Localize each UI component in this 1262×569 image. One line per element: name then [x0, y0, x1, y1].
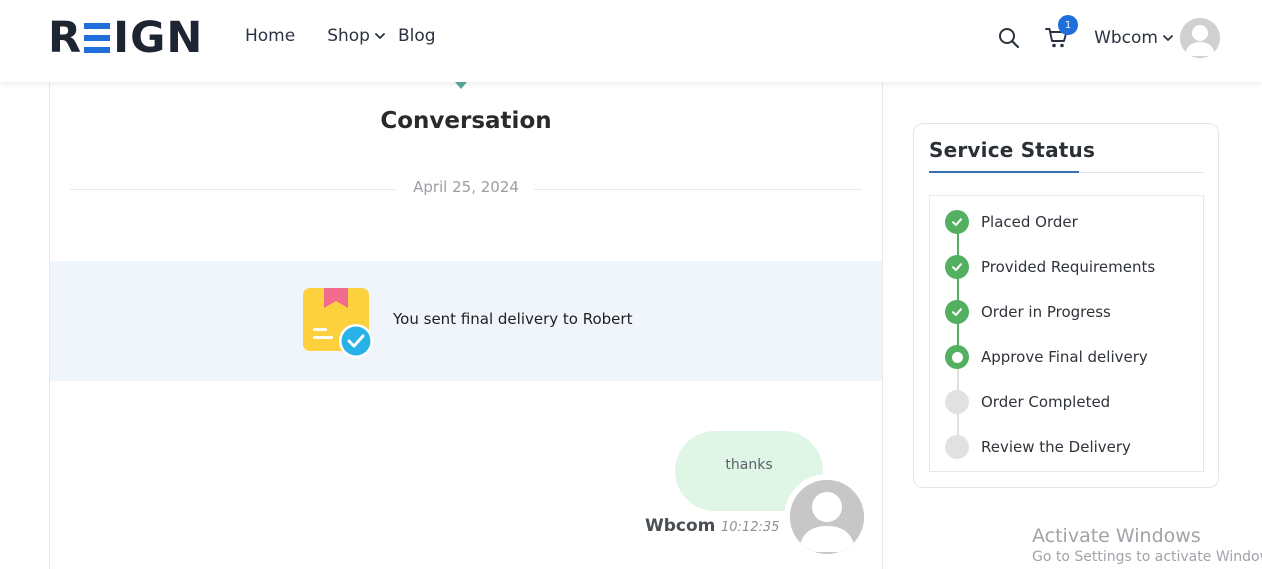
site-header: R IGN Home Shop Blog 1 Wbcom [0, 0, 1262, 82]
user-name: Wbcom [1094, 28, 1158, 48]
status-timeline: Placed Order Provided Requirements Order i… [929, 195, 1204, 472]
check-circle-icon [945, 300, 969, 324]
avatar-silhouette [1180, 18, 1220, 58]
search-button[interactable] [996, 25, 1022, 51]
main-nav: Home Shop Blog [245, 26, 468, 46]
header-actions: 1 Wbcom [996, 14, 1220, 62]
logo-letters-ign: IGN [113, 13, 204, 63]
reign-logo[interactable]: R IGN [48, 13, 204, 63]
nav-blog[interactable]: Blog [398, 26, 436, 46]
nav-home[interactable]: Home [245, 26, 295, 46]
conversation-date: April 25, 2024 [413, 178, 519, 196]
message-sender: Wbcom [645, 516, 716, 536]
status-step: Review the Delivery [945, 434, 1195, 460]
delivery-box-graphic [303, 288, 373, 358]
search-icon [999, 28, 1020, 49]
cart-button[interactable]: 1 [1044, 15, 1079, 51]
chevron-down-icon [375, 33, 385, 39]
status-step-label: Review the Delivery [981, 438, 1131, 456]
conversation-panel: Conversation April 25, 2024 You sent fin… [49, 82, 883, 569]
delivery-notice-text: You sent final delivery to Robert [393, 310, 633, 328]
delivery-notice: You sent final delivery to Robert [50, 261, 882, 381]
user-menu[interactable]: Wbcom [1094, 18, 1220, 58]
status-step-label: Approve Final delivery [981, 348, 1148, 366]
watermark-title: Activate Windows [1032, 525, 1201, 547]
logo-letter-r: R [48, 13, 83, 63]
avatar-silhouette [790, 480, 864, 554]
logo-e-bar [84, 35, 111, 41]
status-step: Placed Order [945, 209, 1195, 235]
delivery-box-check-icon [303, 288, 375, 358]
pending-step-icon [945, 435, 969, 459]
nav-shop-label: Shop [327, 26, 370, 46]
service-status-card: Service Status Placed Order Provided Requ… [913, 123, 1219, 488]
date-divider: April 25, 2024 [70, 178, 862, 198]
cart-count-badge: 1 [1058, 15, 1079, 35]
divider-line [534, 189, 862, 190]
nav-home-label: Home [245, 26, 296, 46]
status-step-label: Provided Requirements [981, 258, 1156, 276]
pointer-arrow [455, 82, 467, 89]
status-step: Order Completed [945, 389, 1195, 415]
current-step-icon [945, 345, 969, 369]
check-circle-icon [945, 210, 969, 234]
check-icon [952, 308, 962, 316]
logo-e-bar [84, 23, 111, 29]
check-circle-icon [945, 255, 969, 279]
logo-e-mark [84, 23, 111, 53]
title-accent [929, 171, 1079, 173]
conversation-title: Conversation [380, 108, 552, 134]
logo-e-bar [84, 47, 111, 53]
message-text: thanks [725, 457, 773, 473]
status-step: Approve Final delivery [945, 344, 1195, 370]
nav-shop[interactable]: Shop [327, 26, 386, 46]
message-time: 10:12:35 [721, 520, 780, 535]
activate-windows-watermark: Activate Windows Go to Settings to activ… [1032, 525, 1262, 567]
status-step-label: Order in Progress [981, 303, 1111, 321]
service-status-title: Service Status [929, 138, 1096, 162]
user-avatar-icon[interactable] [1180, 18, 1220, 58]
nav-blog-label: Blog [397, 26, 436, 46]
sender-avatar-icon[interactable] [784, 474, 870, 560]
current-step-dot [951, 351, 963, 363]
status-step-label: Placed Order [981, 213, 1078, 231]
check-icon [952, 218, 962, 226]
status-step-label: Order Completed [981, 393, 1111, 411]
chevron-down-icon [1163, 35, 1173, 41]
check-icon [952, 263, 962, 271]
status-step: Provided Requirements [945, 254, 1195, 280]
status-step: Order in Progress [945, 299, 1195, 325]
pending-step-icon [945, 390, 969, 414]
watermark-subtitle: Go to Settings to activate Windows. [1032, 549, 1262, 565]
